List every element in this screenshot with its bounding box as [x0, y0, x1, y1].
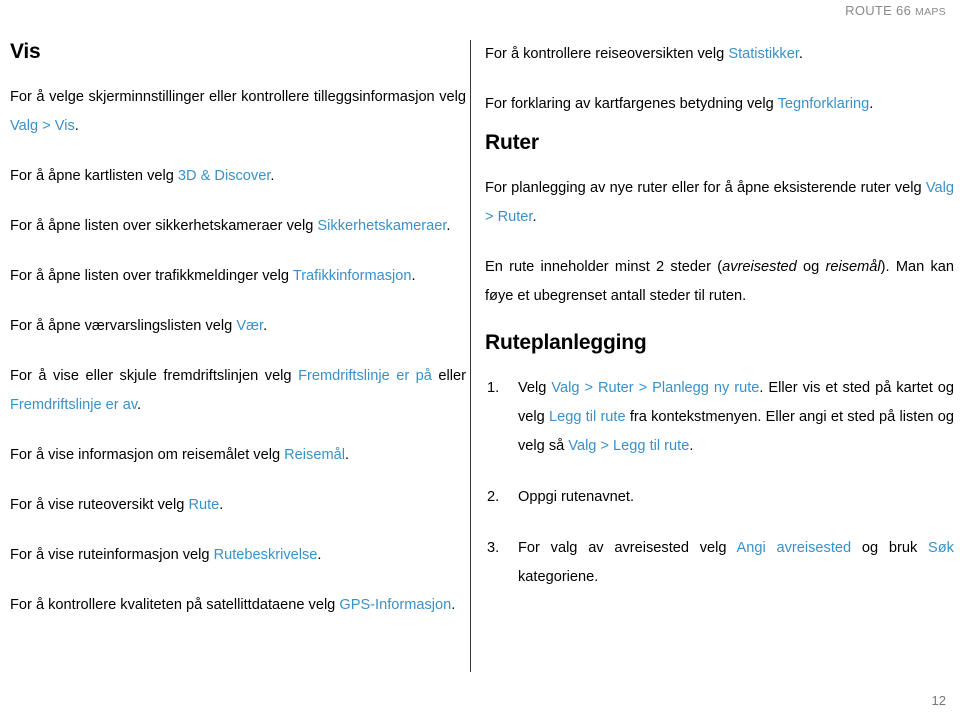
paragraph-vis-valg: For å velge skjerminnstillinger eller ko…: [10, 83, 466, 141]
emphasis-text: reisemål: [825, 259, 881, 276]
body-text: .: [263, 318, 268, 335]
list-item-number: 2.: [487, 489, 500, 506]
spacer-before-ruter: [485, 119, 954, 125]
ui-reference-link[interactable]: Vær: [236, 318, 263, 334]
ui-reference-link[interactable]: Valg > Legg til rute: [568, 438, 689, 454]
ui-reference-link[interactable]: Statistikker: [728, 46, 799, 62]
body-text: For å åpne listen over sikkerhetskamerae…: [10, 218, 318, 235]
ui-reference-link[interactable]: GPS-Informasjon: [339, 597, 451, 613]
body-text: .: [446, 218, 451, 235]
ui-reference-link[interactable]: Fremdriftslinje er på: [298, 368, 432, 384]
body-text: .: [798, 46, 803, 62]
body-text: .: [532, 209, 537, 226]
list-item: 3. For valg av avreisested velg Angi avre…: [485, 534, 954, 592]
body-text: .: [317, 547, 322, 564]
body-text: .: [137, 397, 142, 414]
section-heading-ruter: Ruter: [485, 131, 539, 154]
left-column: Vis For å velge skjerminnstillinger elle…: [0, 40, 466, 620]
list-item: 1. Velg Valg > Ruter > Planlegg ny rute. …: [485, 374, 954, 461]
ui-reference-link[interactable]: Trafikkinformasjon: [293, 268, 412, 284]
right-column-ruter-paragraphs: For planlegging av nye ruter eller for å…: [485, 174, 954, 311]
ui-reference-link[interactable]: Fremdriftslinje er av: [10, 397, 137, 413]
body-text: For å vise ruteoversikt velg: [10, 497, 189, 514]
paragraph-statistikker: For å kontrollere reiseoversikten velg S…: [485, 40, 954, 69]
section-heading-vis: Vis: [10, 40, 41, 63]
paragraph-planlegging: For planlegging av nye ruter eller for å…: [485, 174, 954, 232]
body-text: .: [451, 597, 456, 614]
body-text: For forklaring av kartfargenes betydning…: [485, 96, 778, 112]
ui-reference-link[interactable]: Tegnforklaring: [778, 96, 870, 112]
right-column-intro-paragraphs: For å kontrollere reiseoversikten velg S…: [485, 40, 954, 119]
right-column: For å kontrollere reiseoversikten velg S…: [471, 40, 960, 592]
list-item: 2. Oppgi rutenavnet.: [485, 483, 954, 512]
paragraph-fremdriftslinje: For å vise eller skjule fremdriftslinjen…: [10, 362, 466, 420]
body-text: kategoriene.: [518, 569, 599, 586]
body-text: eller: [431, 368, 467, 385]
body-text: .: [74, 118, 79, 135]
body-text: Velg: [518, 380, 552, 397]
body-text: .: [411, 268, 416, 285]
list-item-number: 1.: [487, 380, 500, 397]
body-text: For å vise eller skjule fremdriftslinjen…: [10, 368, 299, 385]
paragraph-ruteoversikt: For å vise ruteoversikt velg Rute.: [10, 491, 466, 520]
ui-reference-link[interactable]: Angi avreisested: [737, 540, 852, 556]
body-text: For å åpne listen over trafikkmeldinger …: [10, 268, 293, 285]
paragraph-reisemal: For å vise informasjon om reisemålet vel…: [10, 441, 466, 470]
body-text: For å vise informasjon om reisemålet vel…: [10, 447, 285, 464]
paragraph-ruteinformasjon: For å vise ruteinformasjon velg Rutebesk…: [10, 541, 466, 570]
body-text: For å vise ruteinformasjon velg: [10, 547, 214, 564]
section-heading-ruteplanlegging: Ruteplanlegging: [485, 331, 647, 355]
body-text: .: [270, 168, 275, 185]
body-text: .: [219, 497, 224, 514]
body-text: .: [869, 96, 874, 112]
ui-reference-link[interactable]: Valg > Vis: [10, 118, 75, 134]
running-header-title: ROUTE 66: [845, 3, 916, 18]
body-text: og bruk: [851, 540, 929, 557]
body-text: En rute inneholder minst 2 steder (: [485, 259, 723, 276]
body-text: og: [796, 259, 826, 276]
ui-reference-link[interactable]: Valg > Ruter > Planlegg ny rute: [551, 380, 759, 396]
document-body: Vis For å velge skjerminnstillinger elle…: [0, 40, 960, 680]
paragraph-trafikkmeldinger: For å åpne listen over trafikkmeldinger …: [10, 262, 466, 291]
page-number: 12: [931, 693, 946, 708]
ui-reference-link[interactable]: Reisemål: [284, 447, 345, 463]
body-text: .: [689, 438, 694, 455]
body-text: For valg av avreisested velg: [518, 540, 737, 557]
body-text: For å åpne værvarslingslisten velg: [10, 318, 237, 335]
paragraph-gps-informasjon: For å kontrollere kvaliteten på satellit…: [10, 591, 466, 620]
paragraph-rute-steder: En rute inneholder minst 2 steder (avrei…: [485, 253, 954, 311]
running-header-title-smallcaps: MAPS: [915, 6, 946, 18]
ui-reference-link[interactable]: Rute: [188, 497, 219, 513]
emphasis-text: avreisested: [722, 259, 797, 276]
body-text: Oppgi rutenavnet.: [518, 489, 635, 506]
ui-reference-link[interactable]: Rutebeskrivelse: [214, 547, 318, 563]
body-text: For å velge skjerminnstillinger eller ko…: [10, 89, 466, 106]
running-header: ROUTE 66 MAPS: [0, 0, 946, 22]
body-text: .: [344, 447, 350, 464]
list-item-number: 3.: [487, 540, 500, 557]
left-column-paragraphs: For å velge skjerminnstillinger eller ko…: [10, 83, 466, 620]
ui-reference-link[interactable]: Legg til rute: [549, 409, 626, 425]
paragraph-tegnforklaring: For forklaring av kartfargenes betydning…: [485, 90, 954, 119]
body-text: For å kontrollere reiseoversikten velg: [485, 46, 729, 62]
spacer-before-ruteplanlegging: [485, 311, 954, 325]
body-text: For å kontrollere kvaliteten på satellit…: [10, 597, 340, 614]
ui-reference-link[interactable]: 3D & Discover: [178, 168, 270, 184]
ruteplanlegging-steps: 1. Velg Valg > Ruter > Planlegg ny rute. …: [485, 374, 954, 592]
paragraph-kartlisten: For å åpne kartlisten velg 3D & Discover…: [10, 162, 466, 191]
body-text: For planlegging av nye ruter eller for å…: [485, 180, 926, 197]
paragraph-vaervarsling: For å åpne værvarslingslisten velg Vær.: [10, 312, 466, 341]
ui-reference-link[interactable]: Sikkerhetskameraer: [317, 218, 446, 234]
body-text: For å åpne kartlisten velg: [10, 168, 178, 185]
paragraph-sikkerhetskameraer: For å åpne listen over sikkerhetskamerae…: [10, 212, 466, 241]
ui-reference-link[interactable]: Søk: [928, 540, 954, 556]
